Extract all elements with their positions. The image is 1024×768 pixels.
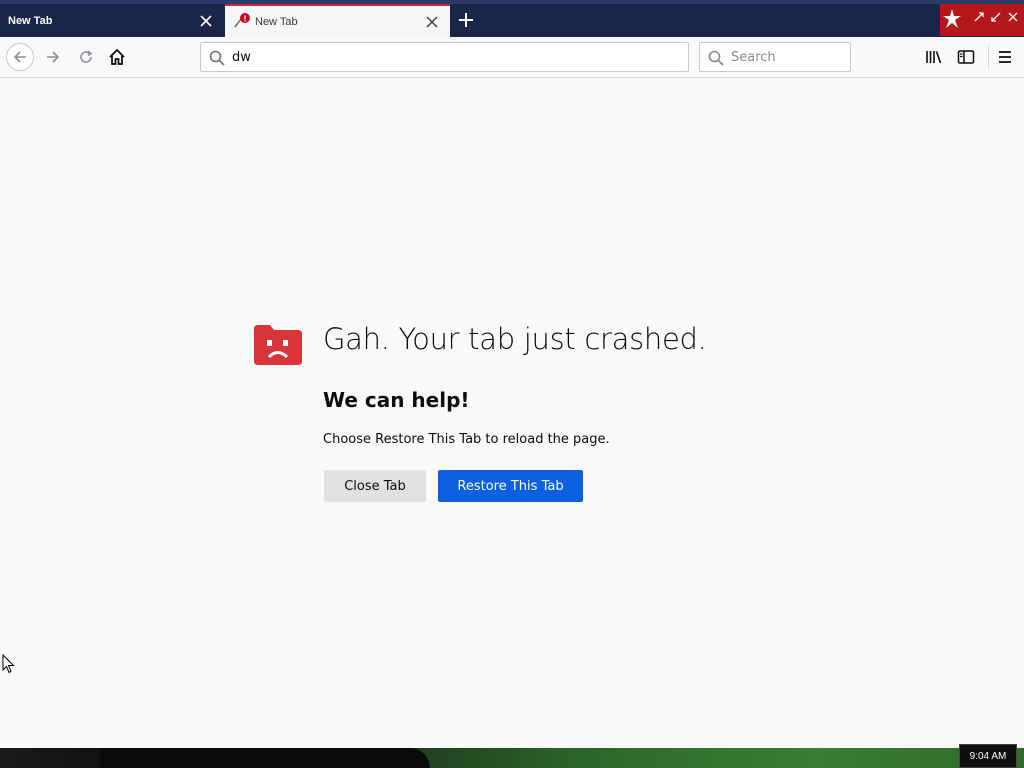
navigation-toolbar xyxy=(0,37,1024,78)
menu-button[interactable] xyxy=(991,43,1019,71)
mouse-pointer-icon xyxy=(2,653,16,674)
back-button[interactable] xyxy=(6,43,34,71)
tab-label: New Tab xyxy=(255,15,298,28)
close-icon[interactable] xyxy=(421,11,443,33)
minimize-icon[interactable] xyxy=(973,8,985,22)
crash-subtitle: We can help! xyxy=(323,388,470,412)
url-bar[interactable] xyxy=(200,42,689,72)
crash-message: Choose Restore This Tab to reload the pa… xyxy=(323,432,610,447)
pin-star-icon xyxy=(941,8,963,30)
new-tab-button[interactable] xyxy=(452,6,480,34)
search-icon xyxy=(708,50,724,66)
url-input[interactable] xyxy=(232,43,682,71)
sidebar-icon xyxy=(957,50,975,64)
search-icon xyxy=(209,50,225,66)
tab-new-tab-2[interactable]: ! New Tab xyxy=(225,4,450,37)
tab-new-tab-1[interactable]: New Tab xyxy=(0,4,224,37)
forward-button[interactable] xyxy=(39,43,67,71)
library-icon xyxy=(926,51,942,64)
sad-folder-icon xyxy=(254,323,302,365)
system-clock[interactable]: 9:04 AM xyxy=(959,744,1017,768)
hamburger-menu-icon xyxy=(999,51,1011,63)
crashed-tab-favicon-icon: ! xyxy=(233,13,251,31)
library-button[interactable] xyxy=(920,43,948,71)
crash-title: Gah. Your tab just crashed. xyxy=(323,322,707,356)
tab-crashed-page: Gah. Your tab just crashed. We can help!… xyxy=(0,78,1024,748)
restore-tab-button[interactable]: Restore This Tab xyxy=(438,470,583,502)
tab-label: New Tab xyxy=(8,14,53,27)
home-button[interactable] xyxy=(103,43,131,71)
tab-badge: ! xyxy=(243,15,247,24)
forward-arrow-icon xyxy=(47,51,60,63)
close-icon[interactable] xyxy=(195,10,217,32)
sidebar-button[interactable] xyxy=(952,43,980,71)
back-arrow-icon xyxy=(13,51,26,63)
maximize-icon[interactable] xyxy=(990,8,1002,22)
wallpaper-shape xyxy=(100,748,430,768)
desktop-taskbar xyxy=(0,748,1024,768)
home-icon xyxy=(109,48,125,65)
toolbar-separator xyxy=(988,45,989,69)
plus-icon xyxy=(459,13,473,27)
reload-icon xyxy=(80,50,93,63)
tab-strip: New Tab ! New Tab xyxy=(0,0,1024,37)
window-close-icon[interactable] xyxy=(1007,8,1019,22)
reload-button[interactable] xyxy=(72,43,100,71)
close-tab-button[interactable]: Close Tab xyxy=(324,470,426,502)
search-input[interactable] xyxy=(731,43,846,71)
search-bar[interactable] xyxy=(699,42,851,72)
